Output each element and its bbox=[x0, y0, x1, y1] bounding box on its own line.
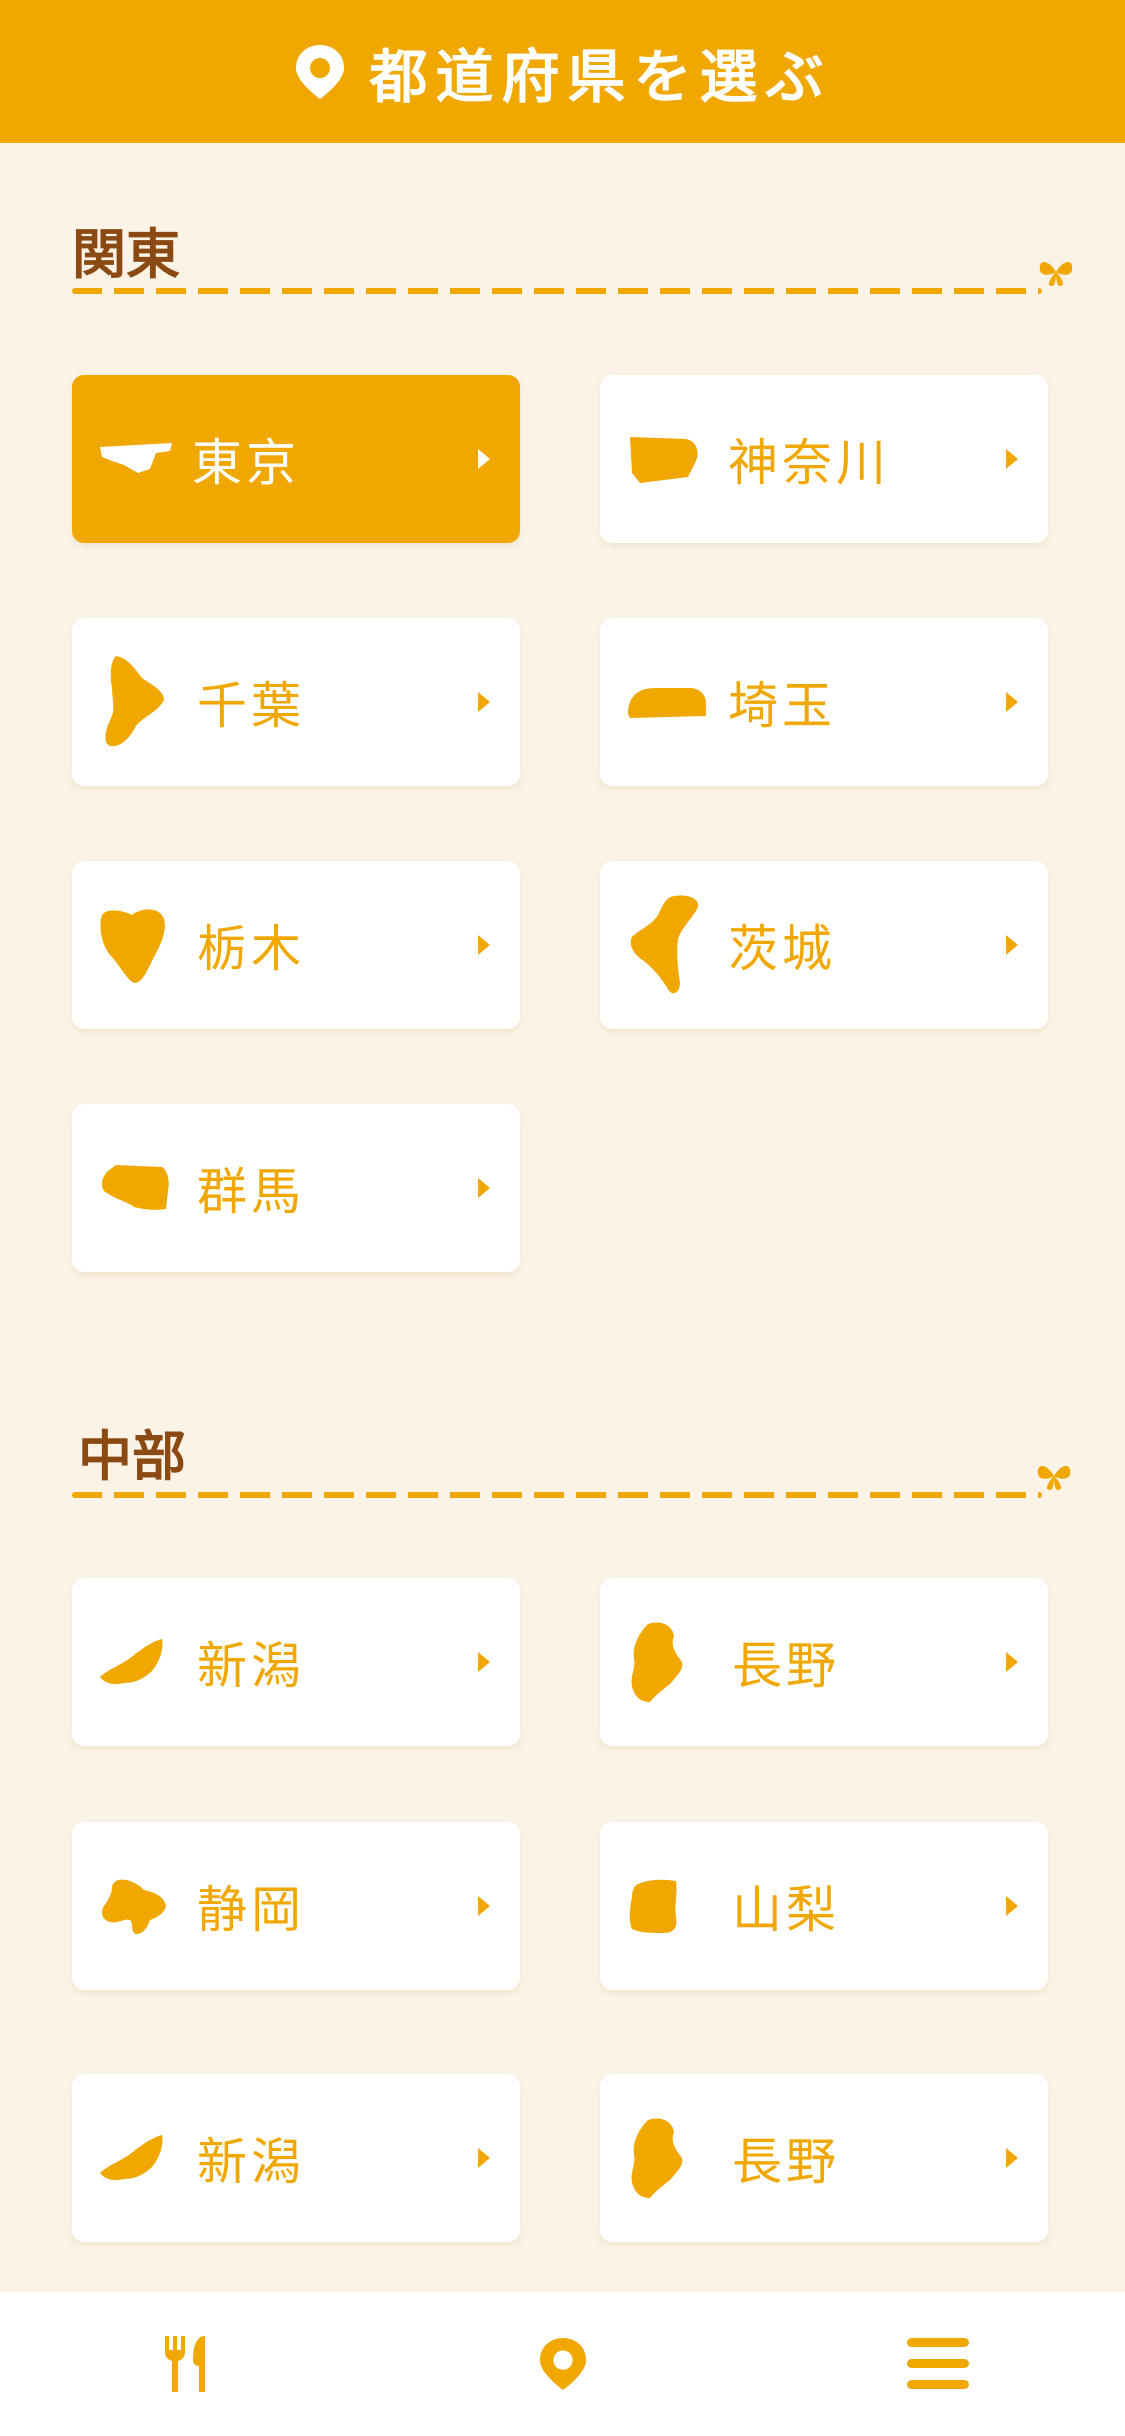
prefecture-card-niigata[interactable]: 新潟 bbox=[72, 1578, 520, 1746]
chevron-right-icon bbox=[1006, 1652, 1018, 1672]
prefecture-label: 新潟 bbox=[197, 2133, 305, 2191]
prefecture-card-tokyo[interactable]: 東京 bbox=[72, 375, 520, 543]
prefecture-label: 神奈川 bbox=[728, 434, 890, 492]
prefecture-label: 栃木 bbox=[197, 920, 305, 978]
chevron-right-icon bbox=[1006, 1896, 1018, 1916]
chevron-right-icon bbox=[478, 1178, 490, 1198]
kanagawa-shape-icon bbox=[630, 437, 698, 483]
chevron-right-icon bbox=[1006, 2148, 1018, 2168]
prefecture-label: 長野 bbox=[732, 1637, 840, 1695]
tab-map[interactable] bbox=[503, 2314, 623, 2414]
chiba-shape-icon bbox=[105, 656, 164, 747]
menu-icon bbox=[906, 2338, 969, 2389]
restaurant-icon bbox=[164, 2336, 205, 2392]
chevron-right-icon bbox=[1006, 449, 1018, 469]
page-title: 都道府県を選ぶ bbox=[369, 42, 832, 111]
tab-menu[interactable] bbox=[878, 2314, 998, 2414]
prefecture-card-kanagawa[interactable]: 神奈川 bbox=[600, 375, 1048, 543]
chevron-right-icon bbox=[478, 1652, 490, 1672]
prefecture-label: 長野 bbox=[732, 2133, 840, 2191]
map-pin-icon bbox=[296, 44, 345, 99]
chevron-right-icon bbox=[478, 449, 490, 469]
prefecture-card-shizuoka[interactable]: 静岡 bbox=[72, 1822, 520, 1990]
nagano-shape-icon bbox=[631, 1622, 683, 1702]
butterfly-icon bbox=[1037, 1466, 1071, 1490]
yamanashi-shape-icon bbox=[629, 1879, 677, 1933]
section-divider bbox=[72, 288, 1042, 294]
prefecture-card-niigata[interactable]: 新潟 bbox=[72, 2074, 520, 2242]
shizuoka-shape-icon bbox=[102, 1879, 166, 1934]
chevron-right-icon bbox=[478, 1896, 490, 1916]
chevron-right-icon bbox=[1006, 935, 1018, 955]
prefecture-card-yamanashi[interactable]: 山梨 bbox=[600, 1822, 1048, 1990]
gunma-shape-icon bbox=[101, 1165, 169, 1210]
nagano-shape-icon bbox=[631, 2118, 683, 2198]
prefecture-label: 静岡 bbox=[197, 1881, 305, 1939]
prefecture-card-ibaraki[interactable]: 茨城 bbox=[600, 861, 1048, 1029]
prefecture-card-tochigi[interactable]: 栃木 bbox=[72, 861, 520, 1029]
app-header: 都道府県を選ぶ bbox=[0, 0, 1125, 143]
section-title-chubu: 中部 bbox=[78, 1425, 186, 1488]
tokyo-shape-icon bbox=[100, 443, 172, 473]
prefecture-card-chiba[interactable]: 千葉 bbox=[72, 618, 520, 786]
niigata-shape-icon bbox=[100, 2135, 163, 2181]
prefecture-label: 埼玉 bbox=[728, 677, 836, 735]
prefecture-label: 千葉 bbox=[197, 677, 305, 735]
saitama-shape-icon bbox=[628, 688, 706, 718]
map-pin-icon bbox=[539, 2338, 586, 2390]
prefecture-card-nagano[interactable]: 長野 bbox=[600, 1578, 1048, 1746]
prefecture-label: 新潟 bbox=[197, 1637, 305, 1695]
prefecture-label: 群馬 bbox=[197, 1163, 305, 1221]
prefecture-label: 東京 bbox=[192, 434, 300, 492]
prefecture-card-saitama[interactable]: 埼玉 bbox=[600, 618, 1048, 786]
prefecture-card-nagano[interactable]: 長野 bbox=[600, 2074, 1048, 2242]
bottom-tab-bar bbox=[0, 2292, 1125, 2436]
butterfly-icon bbox=[1039, 262, 1073, 286]
prefecture-card-gunma[interactable]: 群馬 bbox=[72, 1104, 520, 1272]
section-title-kanto: 関東 bbox=[72, 223, 180, 286]
chevron-right-icon bbox=[478, 2148, 490, 2168]
prefecture-label: 山梨 bbox=[732, 1881, 840, 1939]
tab-restaurants[interactable] bbox=[128, 2314, 248, 2414]
chevron-right-icon bbox=[1006, 692, 1018, 712]
prefecture-label: 茨城 bbox=[728, 920, 836, 978]
niigata-shape-icon bbox=[100, 1639, 163, 1685]
chevron-right-icon bbox=[478, 692, 490, 712]
chevron-right-icon bbox=[478, 935, 490, 955]
section-divider bbox=[72, 1492, 1042, 1498]
tochigi-shape-icon bbox=[100, 909, 165, 983]
ibaraki-shape-icon bbox=[630, 895, 699, 994]
